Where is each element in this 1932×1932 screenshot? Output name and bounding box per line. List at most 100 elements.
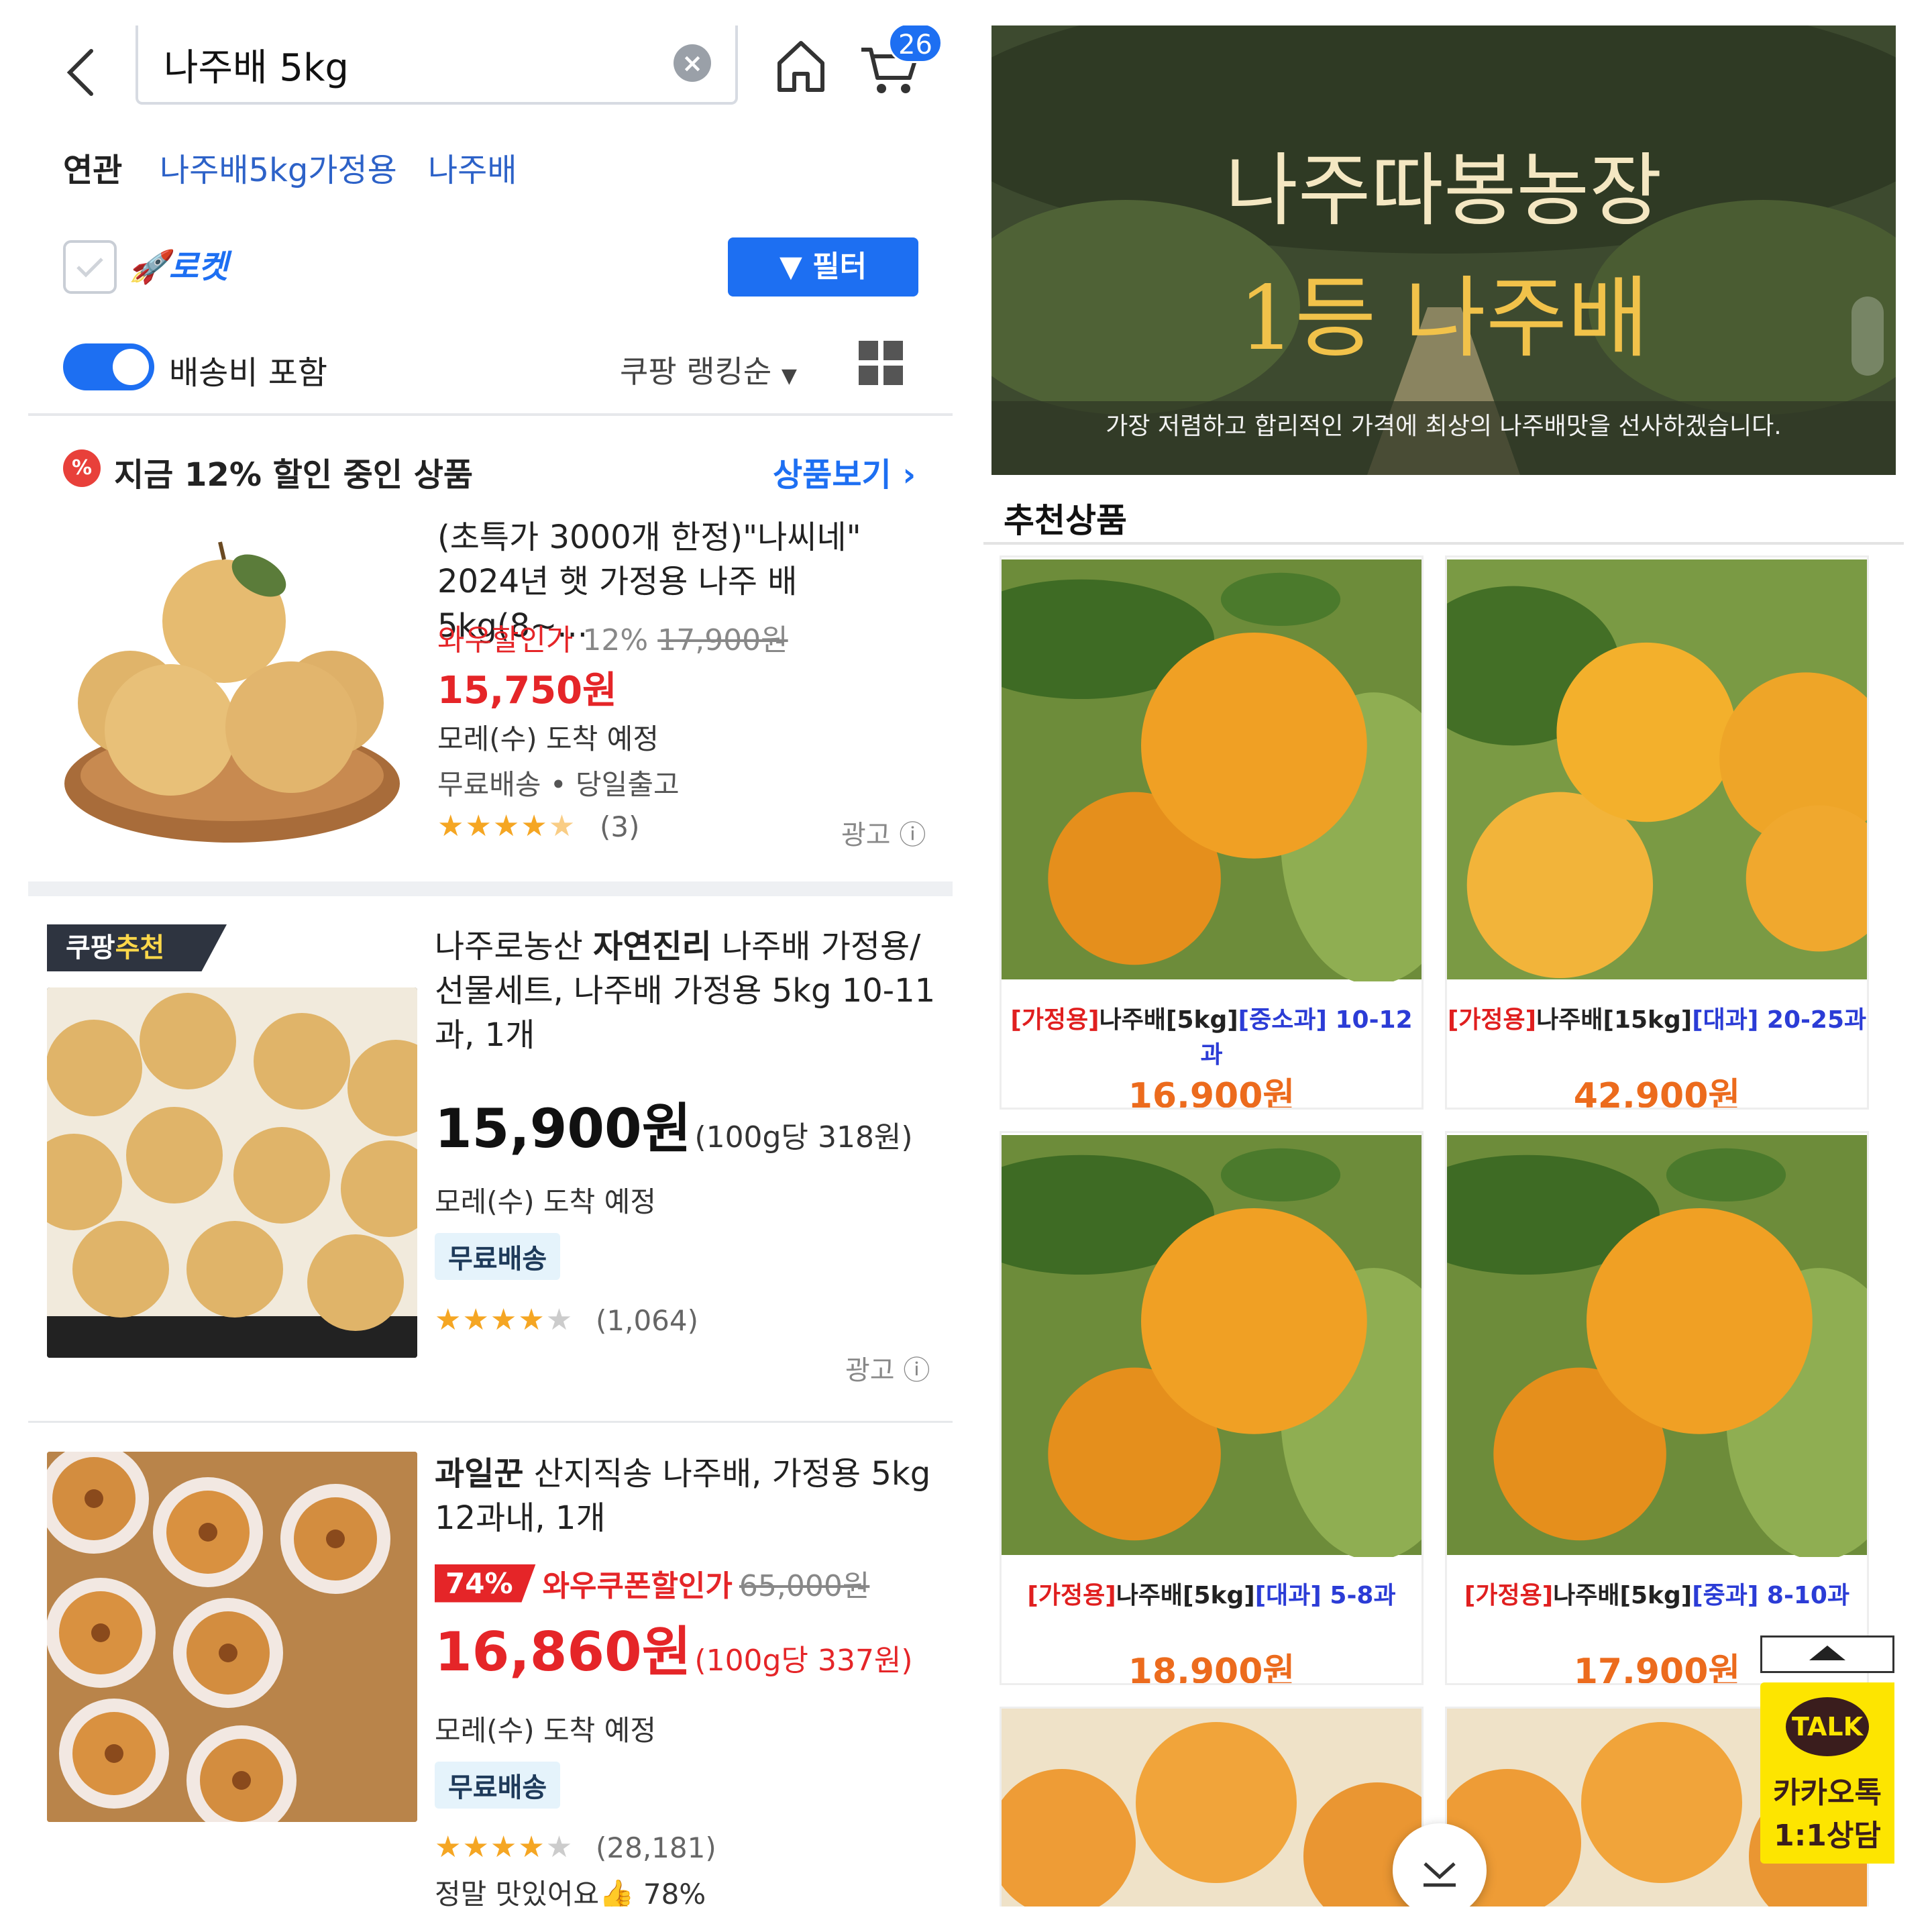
review-count: (3) xyxy=(600,810,640,843)
discount-percent-tag: 74% xyxy=(435,1564,536,1603)
price: 15,900원 xyxy=(435,1097,692,1160)
product-image[interactable] xyxy=(63,515,401,853)
product-image xyxy=(1002,1709,1421,1907)
cart-count-badge: 26 xyxy=(888,25,943,63)
farm-store-panel: 나주따봉농장 1등 나주배 가장 저렴하고 합리적인 가격에 최상의 나주배맛을… xyxy=(983,25,1904,1907)
divider xyxy=(28,1421,953,1423)
filter-label: 필터 xyxy=(812,250,867,284)
view-products-link[interactable]: 상품보기 › xyxy=(773,448,916,495)
discount-label: 와우할인가 xyxy=(437,623,574,657)
product-image xyxy=(1447,1135,1867,1557)
banner-title: 나주따봉농장 xyxy=(1225,144,1662,237)
coupang-recommend-tag: 쿠팡추천 xyxy=(47,924,227,971)
review-count: (1,064) xyxy=(596,1304,699,1337)
discount-row: 와우할인가 12% 17,900원 xyxy=(437,616,788,659)
chevron-down-icon xyxy=(1424,1862,1456,1887)
product-image xyxy=(1447,559,1867,979)
price-row: 16,860원 (100g당 337원) xyxy=(435,1609,913,1686)
recommended-heading: 추천상품 xyxy=(1004,501,1127,540)
product-card[interactable]: [가정용]나주배[15kg][대과] 20-25과 42,900원 xyxy=(1445,555,1869,1110)
search-input[interactable]: 나주배 5kg × xyxy=(136,25,738,105)
arrow-up-icon xyxy=(1809,1646,1845,1660)
arrival-date: 모레(수) 도착 예정 xyxy=(435,1185,656,1218)
product-image xyxy=(1002,1135,1421,1557)
review-count: (28,181) xyxy=(596,1831,716,1864)
product-card[interactable]: [가정용]나주배[5kg][중과] 8-10과 17,900원 xyxy=(1445,1131,1869,1685)
kakao-label: 카카오톡 xyxy=(1773,1776,1882,1810)
clear-icon[interactable]: × xyxy=(674,44,711,82)
discount-label: 와우쿠폰할인가 xyxy=(542,1569,733,1603)
free-shipping-badge: 무료배송 xyxy=(435,1762,561,1809)
thumbs-up-icon: 👍 xyxy=(599,1878,635,1907)
original-price: 17,900원 xyxy=(657,623,788,657)
rating-stars: ★★★★★ xyxy=(437,809,577,843)
review-summary: 정말 맛있어요👍 78% xyxy=(435,1872,706,1907)
search-query: 나주배 5kg xyxy=(164,46,349,90)
rocket-label-text: 로켓 xyxy=(168,248,229,286)
product-image[interactable] xyxy=(47,1452,417,1822)
discount-row: 74% 와우쿠폰할인가 65,000원 xyxy=(435,1562,869,1605)
farm-banner: 나주따봉농장 1등 나주배 가장 저렴하고 합리적인 가격에 최상의 나주배맛을… xyxy=(991,25,1896,475)
discount-percent: 12% xyxy=(582,623,649,657)
arrival-date: 모레(수) 도착 예정 xyxy=(435,1714,656,1747)
price-row: 15,900원 (100g당 318원) xyxy=(435,1085,913,1163)
related-link-1[interactable]: 나주배5kg가정용 xyxy=(160,144,397,191)
ad-label[interactable]: 광고 ⓘ xyxy=(845,1348,930,1387)
rating-stars: ★★★★★ xyxy=(435,1303,574,1337)
divider xyxy=(28,413,953,416)
shipping-toggle-label: 배송비 포함 xyxy=(169,354,328,392)
unit-price: (100g당 318원) xyxy=(694,1120,913,1155)
discount-icon: % xyxy=(63,449,101,487)
product-title[interactable]: 나주로농산 자연진리 나주배 가정용/ 선물세트, 나주배 가정용 5kg 10… xyxy=(435,924,945,1057)
scroll-top-button[interactable] xyxy=(1760,1635,1894,1673)
banner-scroll-handle[interactable] xyxy=(1851,297,1884,376)
related-link-2[interactable]: 나주배 xyxy=(428,144,517,191)
search-results-panel: 나주배 5kg × 26 연관 나주배5kg가정용 나주배 🚀로켓 ▼ 필터 배… xyxy=(28,25,953,1907)
grid-view-icon[interactable] xyxy=(859,341,903,385)
check-icon xyxy=(76,258,103,278)
promo-section-title: 지금 12% 할인 중인 상품 xyxy=(114,456,474,494)
product-image[interactable] xyxy=(47,987,417,1358)
section-separator xyxy=(28,881,953,896)
sale-price: 15,750원 xyxy=(437,669,617,712)
arrival-date: 모레(수) 도착 예정 xyxy=(437,722,659,755)
product-price: 42,900원 xyxy=(1573,1076,1741,1110)
product-price: 18,900원 xyxy=(1128,1652,1295,1685)
ad-label[interactable]: 광고 ⓘ xyxy=(841,813,926,852)
rocket-icon: 🚀 xyxy=(129,248,169,286)
product-price: 16,900원 xyxy=(1128,1076,1295,1110)
shipping-info: 무료배송 • 당일출고 xyxy=(437,768,680,801)
original-price: 65,000원 xyxy=(739,1569,870,1603)
price: 16,860원 xyxy=(435,1621,692,1683)
shipping-included-toggle[interactable] xyxy=(63,343,154,390)
home-icon[interactable] xyxy=(773,35,829,95)
product-card[interactable]: [가정용]나주배[5kg][대과] 5-8과 18,900원 xyxy=(1000,1131,1424,1685)
product-name: [가정용]나주배[5kg][중과] 8-10과 xyxy=(1464,1582,1850,1609)
kakao-talk-button[interactable]: TALK 카카오톡 1:1상담 xyxy=(1760,1682,1894,1864)
sort-dropdown[interactable]: 쿠팡 랭킹순 ▼ xyxy=(620,347,797,392)
banner-subtitle-large: 1등 나주배 xyxy=(1238,267,1649,370)
filter-button[interactable]: ▼ 필터 xyxy=(728,237,918,297)
related-label: 연관 xyxy=(63,152,123,189)
product-name: [가정용]나주배[5kg][중소과] 10-12과 xyxy=(1010,1006,1413,1069)
back-arrow-icon[interactable] xyxy=(62,39,102,106)
product-title[interactable]: 과일꾼 산지직송 나주배, 가정용 5kg 12과내, 1개 xyxy=(435,1452,945,1540)
rating-stars: ★★★★★ xyxy=(435,1830,574,1864)
product-image xyxy=(1002,559,1421,981)
rocket-checkbox[interactable] xyxy=(63,240,117,294)
product-name: [가정용]나주배[5kg][대과] 5-8과 xyxy=(1027,1582,1396,1609)
info-icon: ⓘ xyxy=(903,1355,930,1386)
info-icon: ⓘ xyxy=(899,820,926,851)
kakao-talk-icon: TALK xyxy=(1786,1697,1869,1756)
divider xyxy=(983,542,1904,545)
product-card[interactable]: [가정용]나주배[5kg][중소과] 10-12과 16,900원 xyxy=(1000,555,1424,1110)
sort-label: 쿠팡 랭킹순 xyxy=(620,354,772,390)
rocket-delivery-label: 🚀로켓 xyxy=(129,240,228,287)
filter-icon: ▼ xyxy=(779,250,813,284)
product-name: [가정용]나주배[15kg][대과] 20-25과 xyxy=(1447,1006,1867,1034)
banner-tagline: 가장 저렴하고 합리적인 가격에 최상의 나주배맛을 선사하겠습니다. xyxy=(1106,413,1782,440)
kakao-consult-label: 1:1상담 xyxy=(1774,1819,1881,1853)
unit-price: (100g당 337원) xyxy=(694,1644,913,1678)
product-card[interactable] xyxy=(1000,1707,1424,1907)
scroll-down-button[interactable] xyxy=(1393,1823,1487,1907)
